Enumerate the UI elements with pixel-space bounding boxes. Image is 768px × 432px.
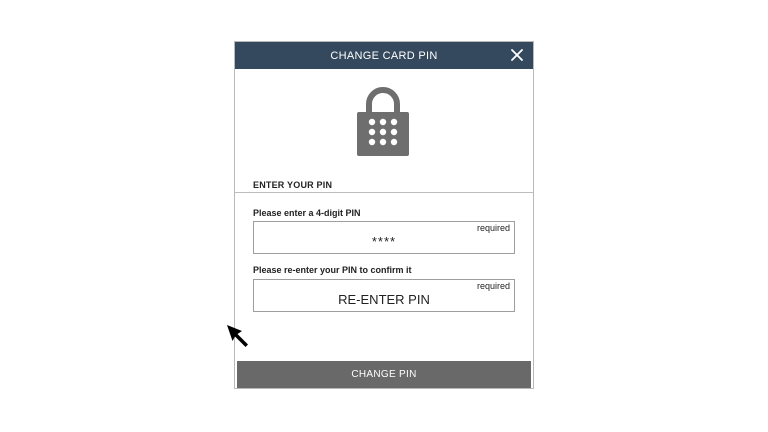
change-pin-button[interactable]: CHANGE PIN	[237, 361, 531, 388]
confirm-pin-input[interactable]	[254, 280, 514, 311]
section-divider	[235, 192, 533, 193]
confirm-pin-input-box: required	[253, 279, 515, 312]
dialog-header: CHANGE CARD PIN	[235, 42, 533, 69]
padlock-keypad-icon	[356, 86, 410, 156]
close-icon[interactable]	[511, 49, 523, 61]
pin-input[interactable]	[254, 222, 514, 253]
mouse-pointer-icon	[225, 323, 251, 349]
dialog-title: CHANGE CARD PIN	[330, 49, 438, 62]
pin-input-box: required	[253, 221, 515, 254]
screen: CHANGE CARD PIN ENTER YOUR PIN Please en…	[0, 0, 768, 432]
section-title: ENTER YOUR PIN	[253, 180, 333, 190]
confirm-pin-field-label: Please re-enter your PIN to confirm it	[253, 265, 412, 275]
pin-field-label: Please enter a 4-digit PIN	[253, 208, 361, 218]
change-pin-dialog: CHANGE CARD PIN ENTER YOUR PIN Please en…	[234, 41, 534, 389]
